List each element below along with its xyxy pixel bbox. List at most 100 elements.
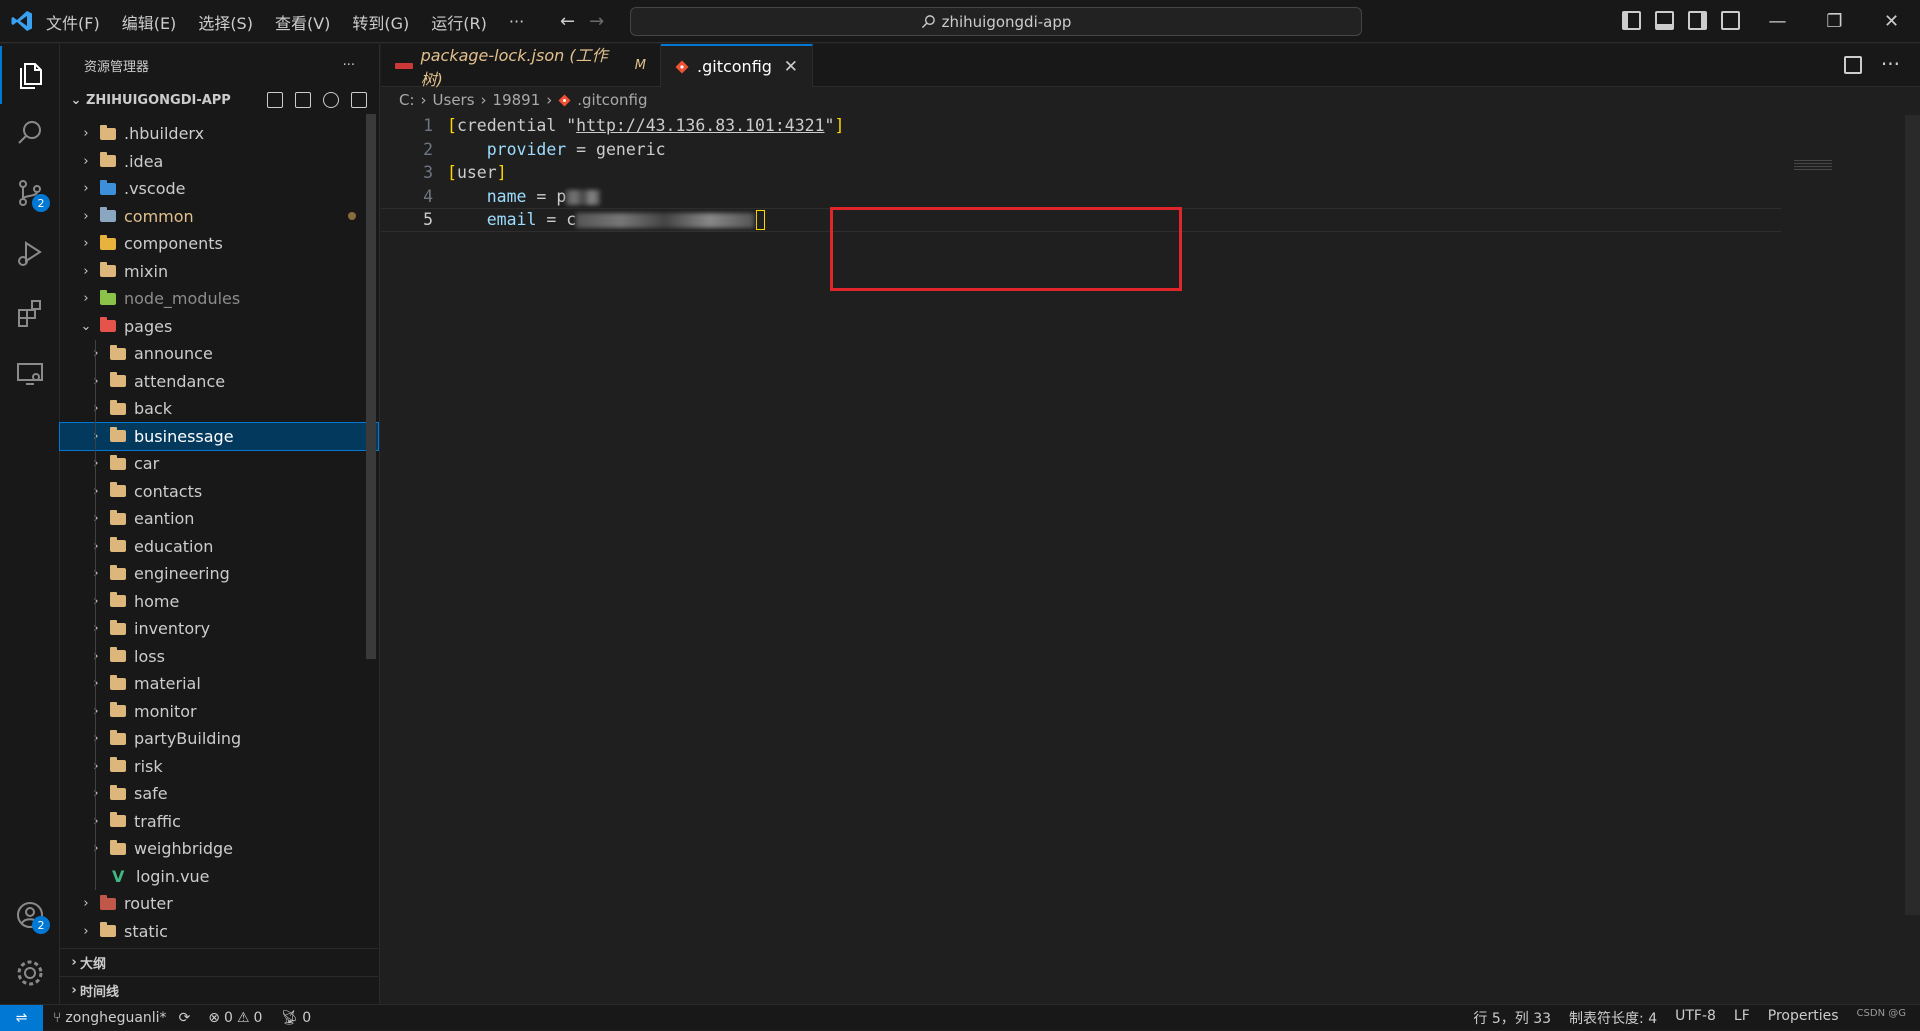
folder-item[interactable]: › engineering xyxy=(60,560,378,588)
folder-item[interactable]: › .vscode xyxy=(60,175,378,203)
back-arrow-icon[interactable]: ← xyxy=(560,11,575,32)
folder-item[interactable]: › mixin xyxy=(60,258,378,286)
command-center-search[interactable]: zhihuigongdi-app xyxy=(630,7,1362,36)
menu-run[interactable]: 运行(R) xyxy=(431,10,487,34)
timeline-section[interactable]: › 时间线 xyxy=(60,976,378,1004)
tab-gitconfig[interactable]: .gitconfig ✕ xyxy=(661,44,813,87)
folder-item[interactable]: › router xyxy=(60,890,378,918)
refresh-icon[interactable] xyxy=(323,92,339,108)
folder-icon xyxy=(110,454,126,470)
chevron-right-icon: › xyxy=(86,759,106,774)
code-line: 3 [user] xyxy=(381,161,1781,185)
folder-item[interactable]: › attendance xyxy=(60,368,378,396)
folder-item[interactable]: › components xyxy=(60,230,378,258)
line-number: 5 xyxy=(423,210,433,230)
menu-file[interactable]: 文件(F) xyxy=(46,10,100,34)
ports-status[interactable]: 📡︎ 0 xyxy=(280,1010,311,1026)
remote-explorer-activity[interactable] xyxy=(0,344,60,402)
folder-item[interactable]: › node_modules xyxy=(60,285,378,313)
menu-edit[interactable]: 编辑(E) xyxy=(122,10,177,34)
menu-more[interactable]: ··· xyxy=(509,12,524,31)
menu-view[interactable]: 查看(V) xyxy=(275,10,330,34)
folder-item[interactable]: › risk xyxy=(60,753,378,781)
extensions-activity[interactable] xyxy=(0,284,60,342)
chevron-right-icon: › xyxy=(86,786,106,801)
folder-item[interactable]: › partyBuilding xyxy=(60,725,378,753)
chevron-right-icon: › xyxy=(86,814,106,829)
file-item[interactable]: Vlogin.vue xyxy=(60,863,378,891)
explorer-more-button[interactable]: ··· xyxy=(343,58,355,73)
folder-item[interactable]: › home xyxy=(60,588,378,616)
explorer-activity[interactable] xyxy=(0,46,60,104)
split-editor-icon[interactable] xyxy=(1844,56,1862,74)
folder-item[interactable]: › back xyxy=(60,395,378,423)
folder-item[interactable]: › material xyxy=(60,670,378,698)
folder-item[interactable]: › .idea xyxy=(60,148,378,176)
sync-icon[interactable]: ⟳ xyxy=(179,1010,191,1026)
tab-package-lock[interactable]: package-lock.json (工作树) M xyxy=(381,44,661,89)
folder-item[interactable]: › weighbridge xyxy=(60,835,378,863)
menu-selection[interactable]: 选择(S) xyxy=(198,10,253,34)
accounts-activity[interactable]: 2 xyxy=(0,886,60,944)
git-file-icon xyxy=(558,93,571,107)
restore-icon[interactable]: ❐ xyxy=(1806,0,1863,43)
code-token: = xyxy=(536,209,567,229)
folder-item[interactable]: › loss xyxy=(60,643,378,671)
tree-item-label: material xyxy=(134,674,201,694)
end-of-line[interactable]: LF xyxy=(1734,1008,1750,1028)
customize-layout-icon[interactable] xyxy=(1721,11,1740,30)
tree-item-label: components xyxy=(124,234,223,254)
sidebar-scrollbar[interactable] xyxy=(366,114,376,659)
folder-item[interactable]: ⌄ pages xyxy=(60,313,378,341)
manage-activity[interactable] xyxy=(0,944,60,1002)
folder-item[interactable]: › monitor xyxy=(60,698,378,726)
folder-item[interactable]: › safe xyxy=(60,780,378,808)
breadcrumb-item[interactable]: 19891 xyxy=(493,91,541,109)
forward-arrow-icon[interactable]: → xyxy=(589,11,604,32)
folder-item[interactable]: › contacts xyxy=(60,478,378,506)
new-file-icon[interactable] xyxy=(267,92,283,108)
url-link[interactable]: http://43.136.83.101:4321 xyxy=(576,116,824,135)
remote-indicator-icon[interactable]: ⇌ xyxy=(0,1004,43,1031)
folder-item[interactable]: › announce xyxy=(60,340,378,368)
editor-scrollbar[interactable] xyxy=(1905,115,1920,915)
breadcrumb-item[interactable]: C: xyxy=(399,91,415,109)
toggle-primary-sidebar-icon[interactable] xyxy=(1622,11,1641,30)
folder-item[interactable]: › common xyxy=(60,203,378,231)
toggle-secondary-sidebar-icon[interactable] xyxy=(1688,11,1707,30)
minimap[interactable] xyxy=(1794,160,1832,172)
folder-item[interactable]: › car xyxy=(60,450,378,478)
problems-status[interactable]: ⊗ 0 ⚠ 0 xyxy=(208,1010,262,1026)
encoding[interactable]: UTF-8 xyxy=(1675,1008,1716,1028)
tab-size[interactable]: 制表符长度: 4 xyxy=(1569,1008,1657,1028)
collapse-all-icon[interactable] xyxy=(351,92,367,108)
run-debug-activity[interactable] xyxy=(0,224,60,282)
project-header[interactable]: ⌄ ZHIHUIGONGDI-APP xyxy=(60,86,379,114)
folder-item[interactable]: › static xyxy=(60,918,378,946)
close-icon[interactable]: ✕ xyxy=(784,57,798,77)
folder-item[interactable]: › traffic xyxy=(60,808,378,836)
folder-item[interactable]: › inventory xyxy=(60,615,378,643)
language-mode[interactable]: Properties xyxy=(1768,1008,1839,1028)
outline-section[interactable]: › 大纲 xyxy=(60,948,378,976)
code-token: = xyxy=(526,186,557,206)
menu-go[interactable]: 转到(G) xyxy=(352,10,409,34)
new-folder-icon[interactable] xyxy=(295,92,311,108)
folder-item[interactable]: › businessage xyxy=(59,421,379,451)
branch-status[interactable]: ⑂ zongheguanli* ⟳ xyxy=(53,1010,190,1026)
cursor-position[interactable]: 行 5，列 33 xyxy=(1473,1008,1551,1028)
scm-badge: 2 xyxy=(32,194,50,212)
close-window-icon[interactable]: ✕ xyxy=(1863,0,1920,43)
folder-item[interactable]: › eantion xyxy=(60,505,378,533)
breadcrumb-item[interactable]: Users xyxy=(433,91,475,109)
folder-item[interactable]: › education xyxy=(60,533,378,561)
breadcrumb-item[interactable]: .gitconfig xyxy=(577,91,647,109)
chevron-right-icon: › xyxy=(86,841,106,856)
search-activity[interactable] xyxy=(0,104,60,162)
more-actions-icon[interactable]: ··· xyxy=(1881,52,1900,76)
folder-item[interactable]: › .hbuilderx xyxy=(60,120,378,148)
tree-item-label: attendance xyxy=(134,371,226,391)
minimize-icon[interactable]: — xyxy=(1749,0,1806,43)
source-control-activity[interactable]: 2 xyxy=(0,164,60,222)
toggle-panel-icon[interactable] xyxy=(1655,11,1674,30)
